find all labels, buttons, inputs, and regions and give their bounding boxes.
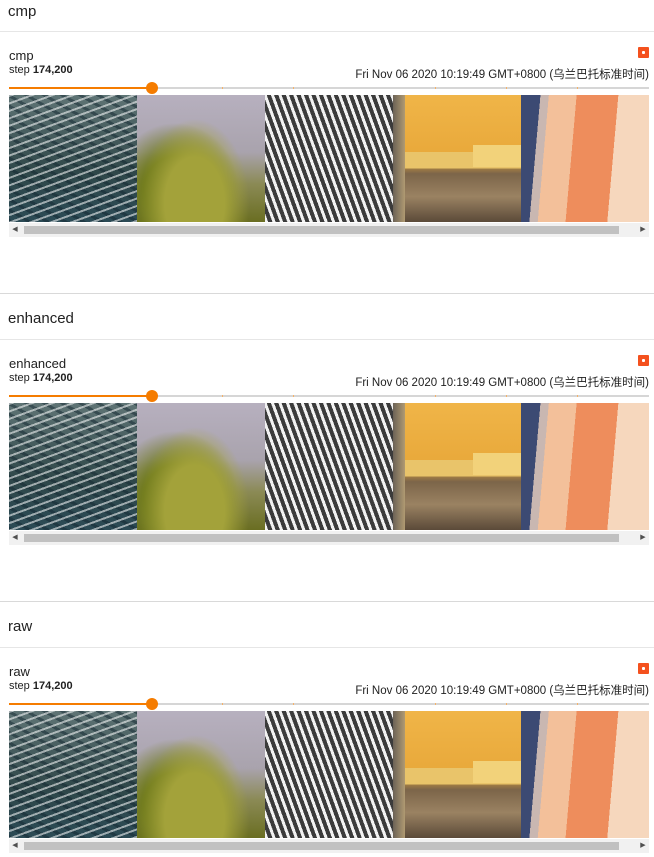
step-slider[interactable] [9, 82, 649, 94]
scrollbar-thumb[interactable] [24, 226, 619, 234]
slider-tick [435, 87, 436, 89]
image-strip [9, 403, 649, 530]
step-value: 174,200 [32, 64, 73, 76]
slider-tick [506, 703, 507, 705]
scroll-right-arrow-icon[interactable]: ▶ [637, 531, 649, 545]
step-readout: step 174,200 [9, 680, 73, 692]
step-value: 174,200 [32, 372, 73, 384]
scroll-left-arrow-icon[interactable]: ◀ [9, 223, 21, 237]
step-slider[interactable] [9, 698, 649, 710]
image-rope-net [265, 711, 393, 838]
timestamp: Fri Nov 06 2020 10:19:49 GMT+0800 (乌兰巴托标… [355, 377, 649, 389]
slider-fill [9, 395, 153, 397]
slider-tick [222, 87, 223, 89]
slider-tick [293, 87, 294, 89]
section-border [0, 601, 654, 602]
scroll-right-arrow-icon[interactable]: ▶ [637, 223, 649, 237]
step-readout: step 174,200 [9, 64, 73, 76]
horizontal-scrollbar[interactable]: ◀ ▶ [9, 531, 649, 545]
image-tree-and-pavement [137, 95, 265, 222]
section-title: raw [8, 618, 33, 635]
image-skin-closeup [521, 403, 649, 530]
image-strip [9, 711, 649, 838]
image-yellow-wall [393, 95, 521, 222]
image-strip [9, 95, 649, 222]
slider-tick [506, 395, 507, 397]
image-yellow-wall [393, 403, 521, 530]
slider-tick [506, 87, 507, 89]
section-border [0, 293, 654, 294]
slider-tick [293, 395, 294, 397]
slider-fill [9, 703, 153, 705]
image-water-waves [9, 711, 137, 838]
scrollbar-thumb[interactable] [24, 534, 619, 542]
section-divider [0, 339, 654, 340]
fullscreen-icon[interactable] [638, 47, 649, 58]
step-slider[interactable] [9, 390, 649, 402]
scrollbar-thumb[interactable] [24, 842, 619, 850]
section-title: enhanced [8, 310, 74, 327]
slider-tick [577, 703, 578, 705]
horizontal-scrollbar[interactable]: ◀ ▶ [9, 223, 649, 237]
slider-tick [435, 703, 436, 705]
section-title: cmp [8, 3, 37, 20]
image-skin-closeup [521, 95, 649, 222]
card-name: raw [9, 664, 30, 679]
slider-tick [222, 703, 223, 705]
image-skin-closeup [521, 711, 649, 838]
slider-tick [577, 395, 578, 397]
fullscreen-icon[interactable] [638, 663, 649, 674]
slider-tick [293, 703, 294, 705]
card-name: enhanced [9, 356, 67, 371]
fullscreen-icon[interactable] [638, 355, 649, 366]
scroll-left-arrow-icon[interactable]: ◀ [9, 839, 21, 853]
slider-tick [222, 395, 223, 397]
step-value: 174,200 [32, 680, 73, 692]
section-divider [0, 31, 654, 32]
image-rope-net [265, 95, 393, 222]
image-tree-and-pavement [137, 711, 265, 838]
image-water-waves [9, 95, 137, 222]
section-raw: raw raw step 174,200 Fri Nov 06 2020 10:… [0, 601, 654, 857]
step-readout: step 174,200 [9, 372, 73, 384]
timestamp: Fri Nov 06 2020 10:19:49 GMT+0800 (乌兰巴托标… [355, 69, 649, 81]
slider-thumb[interactable] [146, 82, 159, 94]
slider-tick [577, 87, 578, 89]
image-rope-net [265, 403, 393, 530]
card-name: cmp [9, 48, 34, 63]
slider-thumb[interactable] [146, 390, 159, 402]
timestamp: Fri Nov 06 2020 10:19:49 GMT+0800 (乌兰巴托标… [355, 685, 649, 697]
section-cmp: cmp cmp step 174,200 Fri Nov 06 2020 10:… [0, 0, 654, 294]
horizontal-scrollbar[interactable]: ◀ ▶ [9, 839, 649, 853]
slider-thumb[interactable] [146, 698, 159, 710]
slider-tick [435, 395, 436, 397]
slider-fill [9, 87, 153, 89]
image-water-waves [9, 403, 137, 530]
image-yellow-wall [393, 711, 521, 838]
section-divider [0, 647, 654, 648]
image-tree-and-pavement [137, 403, 265, 530]
scroll-left-arrow-icon[interactable]: ◀ [9, 531, 21, 545]
scroll-right-arrow-icon[interactable]: ▶ [637, 839, 649, 853]
section-enhanced: enhanced enhanced step 174,200 Fri Nov 0… [0, 293, 654, 602]
